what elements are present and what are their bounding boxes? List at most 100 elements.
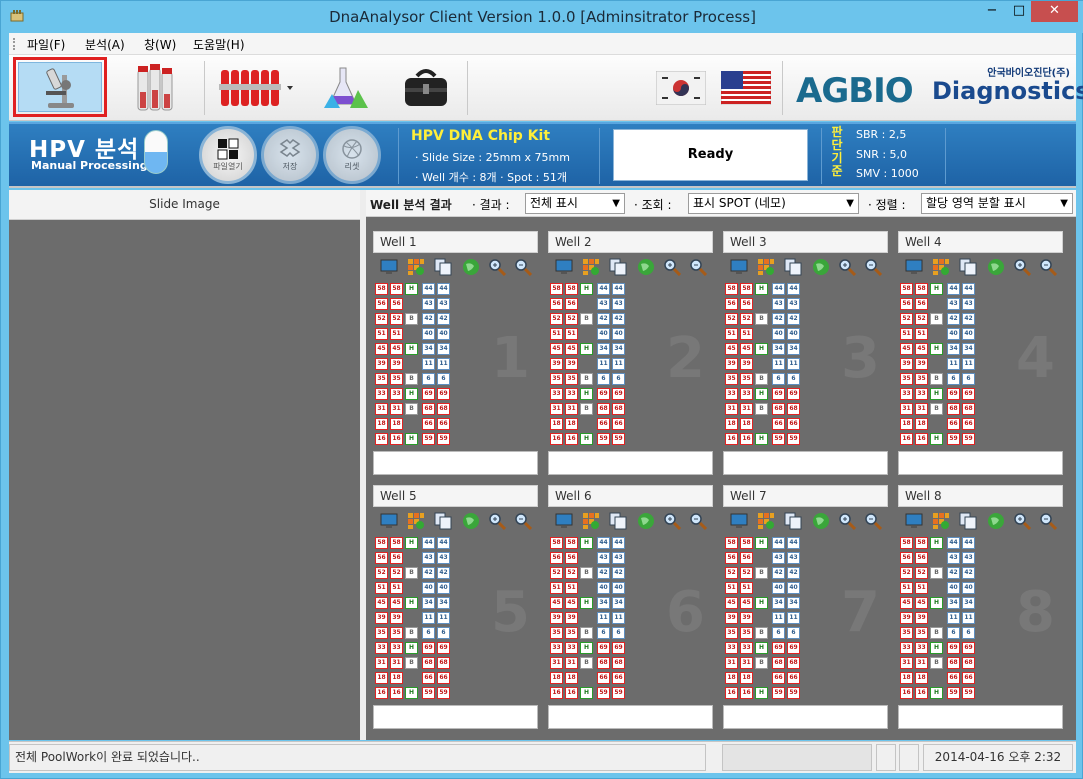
- zoom-out-icon[interactable]: [864, 512, 882, 530]
- spot-cell[interactable]: 59: [597, 433, 610, 445]
- spot-cell[interactable]: 33: [565, 388, 578, 400]
- spot-cell[interactable]: H: [405, 283, 418, 295]
- spot-cell[interactable]: 31: [375, 657, 388, 669]
- spot-cell[interactable]: B: [930, 313, 943, 325]
- spot-cell[interactable]: 33: [915, 642, 928, 654]
- spot-cell[interactable]: 16: [900, 687, 913, 699]
- monitor-icon[interactable]: [555, 512, 573, 530]
- spot-cell[interactable]: 43: [437, 298, 450, 310]
- spot-cell[interactable]: 66: [437, 418, 450, 430]
- spot-cell[interactable]: 34: [612, 597, 625, 609]
- spot-cell[interactable]: H: [755, 642, 768, 654]
- spot-cell[interactable]: 39: [375, 358, 388, 370]
- spot-cell[interactable]: 44: [597, 283, 610, 295]
- spot-cell[interactable]: 18: [390, 672, 403, 684]
- spot-cell[interactable]: 42: [947, 313, 960, 325]
- spot-cell[interactable]: 34: [962, 597, 975, 609]
- spot-cell[interactable]: 34: [437, 343, 450, 355]
- spot-cell[interactable]: 56: [390, 552, 403, 564]
- spot-cell[interactable]: 40: [772, 582, 785, 594]
- spot-cell[interactable]: 39: [725, 358, 738, 370]
- spot-cell[interactable]: 43: [422, 298, 435, 310]
- spot-cell[interactable]: 40: [772, 328, 785, 340]
- spot-cell[interactable]: 16: [915, 433, 928, 445]
- spot-cell[interactable]: 68: [947, 657, 960, 669]
- spot-cell[interactable]: 69: [787, 388, 800, 400]
- spot-cell[interactable]: 44: [772, 283, 785, 295]
- spot-cell[interactable]: 66: [787, 672, 800, 684]
- spot-cell[interactable]: 31: [390, 657, 403, 669]
- spot-cell[interactable]: 51: [565, 328, 578, 340]
- spot-cell[interactable]: 6: [422, 627, 435, 639]
- spot-cell[interactable]: 43: [962, 552, 975, 564]
- zoom-in-icon[interactable]: [663, 258, 681, 276]
- spot-cell[interactable]: 45: [915, 343, 928, 355]
- grid-icon[interactable]: [582, 258, 600, 276]
- spot-cell[interactable]: 16: [565, 433, 578, 445]
- spot-cell[interactable]: 58: [390, 537, 403, 549]
- spot-cell[interactable]: 56: [900, 552, 913, 564]
- spot-cell[interactable]: 69: [422, 642, 435, 654]
- grid-icon[interactable]: [932, 258, 950, 276]
- spot-cell[interactable]: B: [755, 657, 768, 669]
- spot-cell[interactable]: 43: [772, 552, 785, 564]
- spot-cell[interactable]: 40: [422, 582, 435, 594]
- spot-cell[interactable]: 59: [422, 433, 435, 445]
- spot-cell[interactable]: 16: [375, 433, 388, 445]
- spot-cell[interactable]: 58: [565, 283, 578, 295]
- spot-cell[interactable]: 52: [725, 567, 738, 579]
- minimize-button[interactable]: −: [977, 1, 1007, 22]
- spot-cell[interactable]: H: [755, 537, 768, 549]
- spot-cell[interactable]: 56: [550, 552, 563, 564]
- spot-cell[interactable]: 69: [947, 642, 960, 654]
- monitor-icon[interactable]: [905, 258, 923, 276]
- spot-cell[interactable]: 11: [437, 612, 450, 624]
- spot-cell[interactable]: 44: [612, 283, 625, 295]
- spot-cell[interactable]: 34: [787, 597, 800, 609]
- spot-cell[interactable]: 11: [422, 358, 435, 370]
- spot-cell[interactable]: 16: [390, 687, 403, 699]
- spot-cell[interactable]: 59: [772, 433, 785, 445]
- spot-cell[interactable]: 52: [375, 567, 388, 579]
- globe-icon[interactable]: [637, 258, 655, 276]
- spot-cell[interactable]: 51: [550, 328, 563, 340]
- spot-cell[interactable]: 59: [597, 687, 610, 699]
- spot-cell[interactable]: 18: [915, 418, 928, 430]
- spot-cell[interactable]: 45: [725, 597, 738, 609]
- spot-cell[interactable]: 18: [725, 672, 738, 684]
- spot-cell[interactable]: 39: [390, 612, 403, 624]
- spot-cell[interactable]: 69: [772, 388, 785, 400]
- spot-cell[interactable]: 18: [375, 672, 388, 684]
- spot-cell[interactable]: H: [405, 343, 418, 355]
- spot-cell[interactable]: 42: [787, 567, 800, 579]
- spot-cell[interactable]: 11: [772, 358, 785, 370]
- spot-cell[interactable]: B: [755, 373, 768, 385]
- spot-cell[interactable]: 59: [787, 687, 800, 699]
- spot-cell[interactable]: 43: [947, 552, 960, 564]
- spot-cell[interactable]: 58: [550, 283, 563, 295]
- spot-cell[interactable]: H: [755, 433, 768, 445]
- spot-cell[interactable]: 6: [612, 373, 625, 385]
- spot-cell[interactable]: 39: [740, 358, 753, 370]
- spot-cell[interactable]: 52: [725, 313, 738, 325]
- spot-cell[interactable]: 66: [422, 418, 435, 430]
- spot-cell[interactable]: 34: [772, 343, 785, 355]
- spot-cell[interactable]: 31: [915, 403, 928, 415]
- spot-cell[interactable]: H: [405, 687, 418, 699]
- spot-cell[interactable]: H: [405, 388, 418, 400]
- spot-cell[interactable]: 43: [772, 298, 785, 310]
- spot-cell[interactable]: 52: [390, 313, 403, 325]
- spot-cell[interactable]: 44: [437, 537, 450, 549]
- spot-cell[interactable]: 35: [550, 373, 563, 385]
- doctor-bag-button[interactable]: [381, 59, 471, 117]
- spot-cell[interactable]: 42: [597, 313, 610, 325]
- spot-cell[interactable]: 56: [900, 298, 913, 310]
- flasks-button[interactable]: [301, 59, 391, 117]
- spot-cell[interactable]: 45: [550, 343, 563, 355]
- spot-cell[interactable]: 59: [962, 433, 975, 445]
- spot-cell[interactable]: 33: [725, 388, 738, 400]
- spot-cell[interactable]: 51: [565, 582, 578, 594]
- spot-cell[interactable]: 42: [787, 313, 800, 325]
- spot-cell[interactable]: H: [930, 388, 943, 400]
- spot-cell[interactable]: 18: [900, 672, 913, 684]
